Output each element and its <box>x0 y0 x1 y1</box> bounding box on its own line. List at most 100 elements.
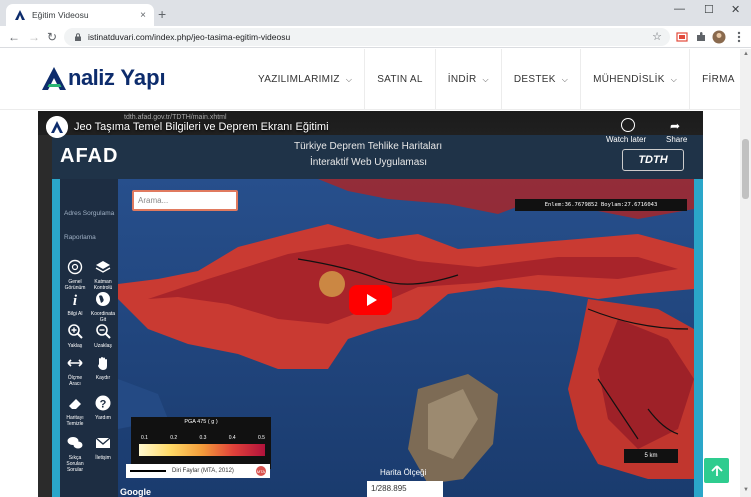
chevron-down-icon: ⌵ <box>561 74 569 84</box>
scroll-up-arrow-icon[interactable]: ▲ <box>743 51 749 57</box>
forward-button[interactable]: → <box>28 30 40 44</box>
url-text: istinatduvari.com/index.php/jeo-tasima-e… <box>88 32 291 42</box>
tool-general-view[interactable]: Genel Görünüm <box>62 259 88 291</box>
reload-button[interactable]: ↻ <box>47 30 57 44</box>
tool-label: Katman Kontrolü <box>93 279 113 291</box>
browser-tabbar: Eğitim Videosu × + — ☐ ✕ <box>0 0 751 26</box>
browser-toolbar: ← → ↻ istinatduvari.com/index.php/jeo-ta… <box>0 26 751 48</box>
logo-a-icon <box>42 67 66 90</box>
video-title[interactable]: Jeo Taşıma Temel Bilgileri ve Deprem Ekr… <box>74 121 329 133</box>
globe-icon <box>67 259 83 275</box>
map-search-input[interactable]: Arama... <box>132 190 238 211</box>
tool-layer-control[interactable]: Katman Kontrolü <box>90 259 116 291</box>
tab-title: Eğitim Videosu <box>32 10 89 20</box>
tool-label: Bilgi Al <box>67 311 83 317</box>
legend-color-bar <box>139 444 265 456</box>
tool-label: Sıkça Sorulan Sorular <box>66 455 84 473</box>
channel-avatar[interactable] <box>46 116 68 138</box>
map-scale-input[interactable]: 1/288.895 <box>367 481 443 497</box>
nav-item-label: SATIN AL <box>377 74 423 85</box>
tool-label: Yardım <box>95 415 111 421</box>
back-to-top-button[interactable] <box>704 458 729 483</box>
app-sidebar: Adres Sorgulama Raporlama Genel Görünüm … <box>60 179 118 497</box>
profile-avatar[interactable] <box>712 30 726 44</box>
tool-clear-map[interactable]: Haritayı Temizle <box>62 395 88 427</box>
legend-tick: 0.3 <box>199 435 207 441</box>
tool-label: Ölçme Aracı <box>67 375 83 387</box>
tab-close-icon[interactable]: × <box>140 10 146 21</box>
measure-arrows-icon <box>67 359 83 367</box>
app-right-border <box>694 179 703 497</box>
zoom-out-icon <box>96 324 111 339</box>
window-maximize-button[interactable]: ☐ <box>704 3 714 16</box>
legend-tick: 0.2 <box>170 435 178 441</box>
back-button[interactable]: ← <box>8 30 20 44</box>
google-attribution: Google <box>120 487 151 497</box>
tool-faq[interactable]: Sıkça Sorulan Sorular <box>62 435 88 473</box>
scroll-thumb[interactable] <box>742 139 749 199</box>
browser-tab[interactable]: Eğitim Videosu × <box>6 4 154 26</box>
analiz-yapi-logo[interactable]: naliz Yapı <box>40 65 166 91</box>
watch-later-clock-icon[interactable] <box>621 118 635 132</box>
svg-text:i: i <box>73 293 78 307</box>
main-nav: YAZILIMLARIMIZ ⌵ SATIN AL İNDİR ⌵ DESTEK ⌵ … <box>246 49 751 110</box>
tool-measure[interactable]: Ölçme Aracı <box>62 355 88 387</box>
svg-text:?: ? <box>100 399 107 411</box>
watch-later-button[interactable]: Watch later <box>606 135 646 144</box>
youtube-video-embed[interactable]: AFAD Türkiye Deprem Tehlike Haritaları İ… <box>38 111 703 497</box>
tool-zoom-in[interactable]: Yaklaş <box>62 323 88 349</box>
mta-badge: MTA <box>256 466 266 476</box>
nav-item-label: DESTEK <box>513 74 556 85</box>
nav-item-indir[interactable]: İNDİR ⌵ <box>434 49 501 110</box>
tool-contact[interactable]: İletişim <box>90 435 116 461</box>
extensions-puzzle-icon[interactable] <box>694 30 708 44</box>
app-title: Türkiye Deprem Tehlike Haritaları <box>294 141 443 152</box>
site-header: naliz Yapı YAZILIMLARIMIZ ⌵ SATIN AL İNDİ… <box>0 49 747 110</box>
pga-legend: PGA 475 ( g ) 0.1 0.2 0.3 0.4 0.5 <box>131 417 271 469</box>
sidebar-address-query[interactable]: Adres Sorgulama <box>60 201 118 225</box>
site-favicon-icon <box>15 10 25 20</box>
hazard-map[interactable]: Arama... Enlem:36.7679852 Boylam:27.6716… <box>118 179 694 497</box>
share-arrow-icon[interactable]: ➦ <box>670 119 680 133</box>
nav-item-destek[interactable]: DESTEK ⌵ <box>500 49 580 110</box>
legend-tick: 0.4 <box>228 435 236 441</box>
map-scale-title: Harita Ölçeği <box>380 468 427 477</box>
tool-go-to-coordinate[interactable]: Koordinata Git <box>90 291 116 323</box>
address-bar[interactable]: istinatduvari.com/index.php/jeo-tasima-e… <box>64 28 670 46</box>
app-subtitle: İnteraktif Web Uygulaması <box>310 157 428 168</box>
nav-item-yazilimlarimiz[interactable]: YAZILIMLARIMIZ ⌵ <box>246 49 364 110</box>
nav-item-label: İNDİR <box>447 74 477 85</box>
tool-label: Yaklaş <box>67 343 83 349</box>
page-scrollbar[interactable]: ▲ ▼ <box>740 49 751 497</box>
tool-help[interactable]: ? Yardım <box>90 395 116 421</box>
logo-text-yapi: Yapı <box>120 65 166 90</box>
tool-label: Uzaklaş <box>94 343 112 349</box>
video-url-hint: tdth.afad.gov.tr/TDTH/main.xhtml <box>124 114 227 121</box>
bookmark-star-icon[interactable]: ☆ <box>652 30 662 43</box>
help-icon: ? <box>95 395 111 411</box>
window-close-button[interactable]: ✕ <box>731 3 740 16</box>
scale-bar: 5 km <box>624 449 678 463</box>
new-tab-button[interactable]: + <box>158 6 166 22</box>
zoom-in-icon <box>68 324 83 339</box>
nav-item-satin-al[interactable]: SATIN AL <box>364 49 435 110</box>
info-icon: i <box>73 293 78 309</box>
tool-get-info[interactable]: i Bilgi Al <box>62 291 88 317</box>
tool-label: Haritayı Temizle <box>66 415 84 427</box>
play-button[interactable] <box>349 285 392 315</box>
share-button[interactable]: Share <box>666 135 687 144</box>
nav-item-muhendislik[interactable]: MÜHENDİSLİK ⌵ <box>580 49 689 110</box>
sidebar-reporting[interactable]: Raporlama <box>60 225 118 249</box>
tool-zoom-out[interactable]: Uzaklaş <box>90 323 116 349</box>
nav-item-label: FİRMA <box>702 74 735 85</box>
nav-item-label: MÜHENDİSLİK <box>593 74 665 85</box>
scroll-down-arrow-icon[interactable]: ▼ <box>743 487 749 493</box>
chat-bubbles-icon <box>67 437 83 449</box>
more-menu-icon[interactable] <box>732 30 746 44</box>
tool-pan[interactable]: Kaydır <box>90 355 116 381</box>
tool-label: Koordinata Git <box>90 311 116 323</box>
window-minimize-button[interactable]: — <box>674 3 685 15</box>
cast-icon[interactable] <box>675 30 689 44</box>
fault-line-swatch <box>130 470 166 472</box>
active-faults-legend: Diri Faylar (MTA, 2012) MTA <box>126 464 270 478</box>
